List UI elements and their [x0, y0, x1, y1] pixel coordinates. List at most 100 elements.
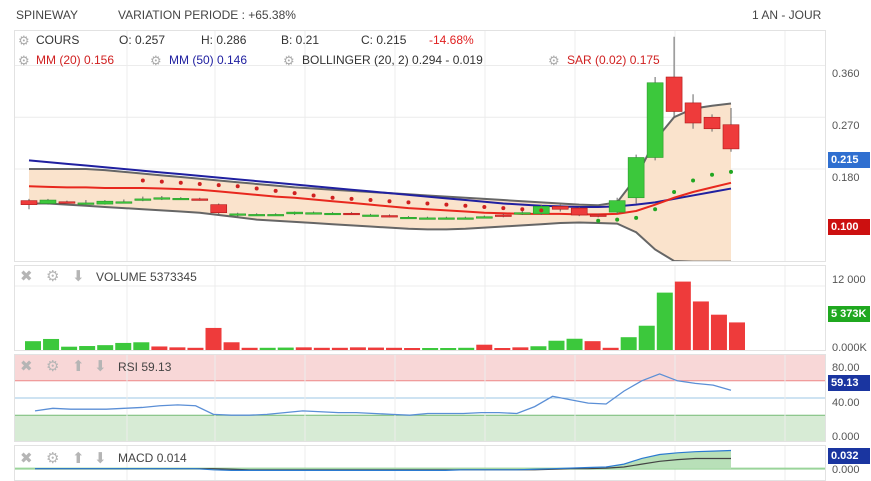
volume-bar — [205, 327, 222, 350]
sar-dot — [729, 169, 733, 174]
sar-label: SAR (0.02) 0.175 — [567, 53, 660, 67]
close-icon[interactable]: ✖ — [20, 451, 33, 466]
sar-dot — [387, 199, 392, 204]
sar-dot — [425, 201, 430, 206]
candle — [551, 206, 569, 210]
price-tick: 0.180 — [832, 172, 860, 184]
sar-dot — [311, 193, 316, 198]
gear-icon[interactable]: ⚙ — [18, 53, 30, 69]
volume-bar — [548, 340, 565, 350]
volume-bar — [259, 347, 276, 350]
sar-dot — [463, 203, 468, 208]
arrow-down-icon[interactable]: ⬇ — [94, 359, 107, 374]
candle — [172, 198, 190, 201]
candle — [39, 199, 57, 204]
close-icon[interactable]: ✖ — [20, 269, 33, 284]
arrow-down-icon[interactable]: ⬇ — [72, 269, 85, 284]
gear-icon[interactable]: ⚙ — [548, 53, 560, 69]
volume-bar — [223, 342, 240, 350]
candle — [419, 217, 436, 220]
stock-name: SPINEWAY — [16, 8, 79, 22]
volume-bar — [169, 347, 186, 350]
sar-dot — [634, 215, 639, 220]
mm20-label: MM (20) 0.156 — [36, 53, 115, 67]
candle — [400, 217, 417, 220]
cours-label: COURS — [36, 33, 80, 47]
gear-icon[interactable]: ⚙ — [150, 53, 162, 69]
sar-dot — [691, 178, 696, 183]
candle — [305, 212, 322, 215]
volume-bar — [710, 314, 727, 350]
volume-bar — [494, 348, 511, 350]
volume-bar — [620, 337, 637, 350]
close-icon[interactable]: ✖ — [20, 359, 33, 374]
price-tick: 0.360 — [832, 68, 860, 80]
volume-bar — [43, 338, 60, 350]
gear-icon[interactable]: ⚙ — [18, 33, 30, 49]
gear-icon[interactable]: ⚙ — [46, 451, 59, 466]
low-value: B: 0.21 — [281, 33, 320, 47]
candle — [381, 215, 398, 218]
volume-bar — [151, 346, 168, 350]
gear-icon[interactable]: ⚙ — [46, 269, 59, 284]
volume-bar — [313, 347, 330, 350]
marker-badge: 0.100 — [828, 219, 870, 235]
candle — [229, 213, 247, 216]
volume-bar — [692, 301, 709, 350]
period-selector[interactable]: 1 AN - JOUR — [752, 8, 821, 22]
volume-bar — [602, 347, 619, 350]
open-value: O: 0.257 — [119, 33, 166, 47]
candle — [362, 214, 379, 217]
sar-dot — [197, 181, 202, 186]
sar-dot — [482, 204, 487, 209]
volume-bar — [115, 342, 132, 350]
volume-bar — [422, 348, 439, 350]
volume-bar — [566, 338, 583, 350]
candle — [77, 202, 95, 205]
volume-bar — [584, 341, 601, 350]
volume-bar — [367, 347, 384, 350]
candle — [153, 197, 171, 200]
sar-dot — [235, 184, 240, 189]
macd-value: 0.014 — [156, 451, 187, 465]
volume-bar — [277, 347, 294, 350]
high-value: H: 0.286 — [201, 33, 247, 47]
candle — [570, 207, 588, 216]
volume-bar — [386, 347, 403, 350]
volume-tick: 0.000K — [832, 342, 867, 354]
arrow-down-icon[interactable]: ⬇ — [94, 451, 107, 466]
arrow-up-icon[interactable]: ⬆ — [72, 451, 85, 466]
rsi-value: 59.13 — [141, 360, 172, 374]
candle — [20, 200, 38, 205]
volume-bar — [295, 347, 312, 350]
sar-dot — [710, 172, 715, 177]
last-price-badge: 0.215 — [828, 152, 870, 168]
macd-tick: 0.000 — [832, 464, 860, 476]
gear-icon[interactable]: ⚙ — [46, 359, 59, 374]
candle — [324, 212, 341, 216]
gear-icon[interactable]: ⚙ — [283, 53, 295, 69]
candle — [665, 76, 683, 112]
candle — [476, 216, 493, 219]
rsi-tick: 0.000 — [832, 431, 860, 443]
sar-dot — [159, 179, 164, 184]
volume-bar — [133, 342, 150, 350]
volume-bar — [458, 347, 475, 350]
volume-bar — [404, 348, 421, 350]
close-value: C: 0.215 — [361, 33, 407, 47]
volume-bar — [79, 346, 96, 350]
arrow-up-icon[interactable]: ⬆ — [72, 359, 85, 374]
volume-bar — [729, 322, 745, 350]
candle — [608, 200, 626, 213]
sar-dot — [596, 218, 601, 223]
volume-bar — [512, 347, 529, 350]
mm50-label: MM (50) 0.146 — [169, 53, 248, 67]
sar-dot — [444, 202, 449, 207]
volume-bar — [331, 347, 348, 350]
candle — [722, 124, 740, 150]
candle — [703, 116, 721, 130]
volume-bar — [187, 347, 204, 350]
candle — [191, 198, 209, 201]
sar-dot — [615, 217, 620, 222]
sar-dot — [273, 188, 278, 193]
